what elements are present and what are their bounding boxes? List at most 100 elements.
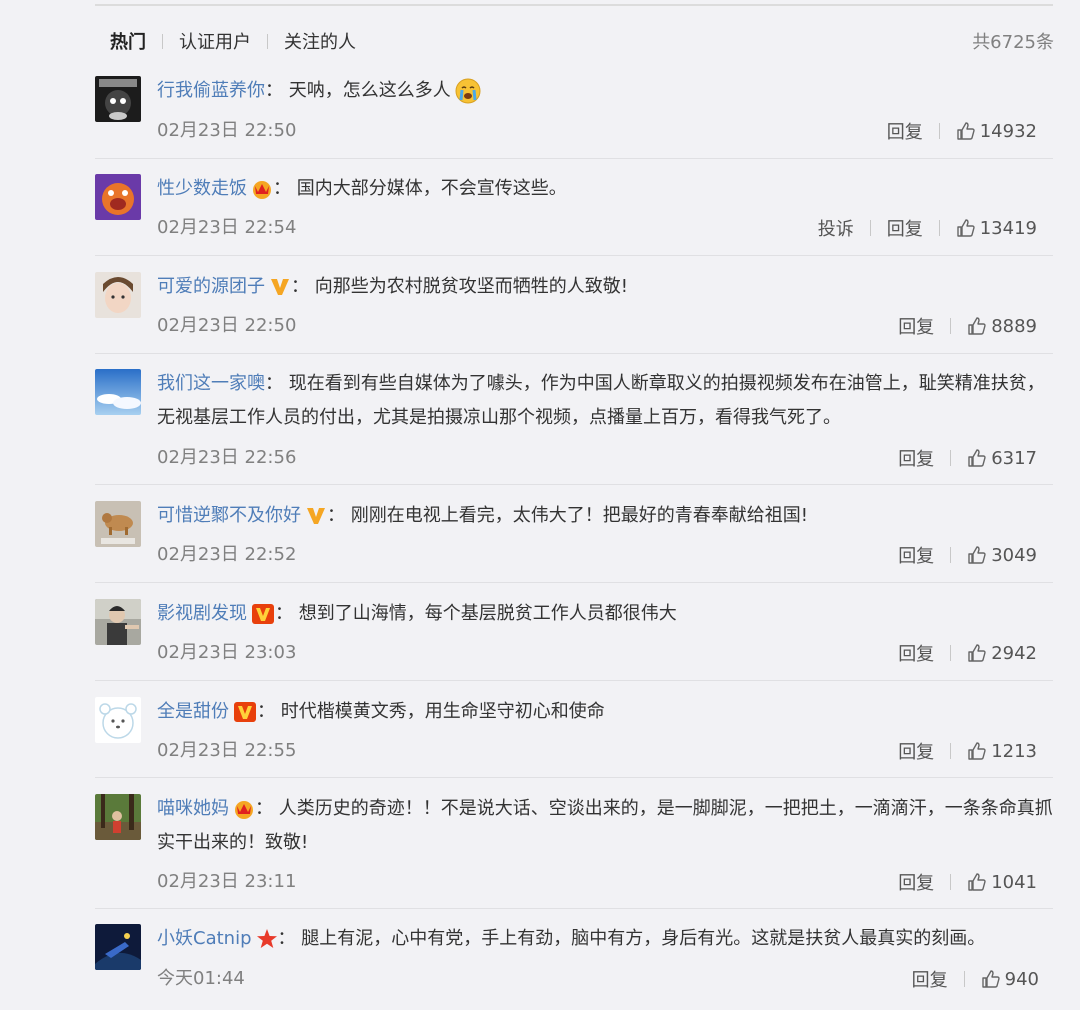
- username-link[interactable]: 影视剧发现: [157, 603, 247, 624]
- action-separator: [950, 743, 952, 759]
- comment-timestamp: 02月23日 23:03: [157, 642, 297, 663]
- like-count: 14932: [979, 120, 1037, 142]
- reply-button[interactable]: 回复: [898, 542, 934, 568]
- avatar[interactable]: [95, 599, 141, 645]
- separator: ：: [277, 928, 296, 949]
- verified-v-red-icon: [251, 603, 275, 625]
- comment-timestamp: 02月23日 22:50: [157, 315, 297, 336]
- comment-body: 影视剧发现 ： 想到了山海情，每个基层脱贫工作人员都很伟大: [157, 597, 1053, 631]
- action-separator: [950, 318, 952, 334]
- tab-hot[interactable]: 热门: [110, 28, 146, 54]
- username-link[interactable]: 全是甜份: [157, 701, 229, 722]
- separator: ：: [265, 373, 283, 394]
- thumbs-up-icon: [968, 546, 986, 564]
- comment-body: 性少数走饭 ： 国内大部分媒体，不会宣传这些。: [157, 172, 1053, 206]
- like-button[interactable]: 1041: [967, 872, 1037, 893]
- comment-divider: [95, 353, 1053, 354]
- comment-item: 喵咪她妈 ： 人类历史的奇迹！！不是说大话、空谈出来的，是一脚脚泥，一把把土，一滴…: [95, 792, 1053, 909]
- comment-body: 喵咪她妈 ： 人类历史的奇迹！！不是说大话、空谈出来的，是一脚脚泥，一把把土，一滴…: [157, 792, 1053, 860]
- like-count: 3049: [991, 544, 1037, 566]
- crying-face-icon: [455, 78, 481, 104]
- action-separator: [963, 971, 965, 987]
- comment-item: 性少数走饭 ： 国内大部分媒体，不会宣传这些。 02月23日 22:54 投诉 回…: [95, 172, 1053, 256]
- crown-icon: [233, 799, 255, 819]
- comment-body: 行我偷蓝养你： 天呐，怎么这么多人: [157, 74, 1053, 108]
- comment-item: 全是甜份 ： 时代楷模黄文秀，用生命坚守初心和使命 02月23日 22:55 回复…: [95, 695, 1053, 778]
- tab-separator: [267, 33, 268, 49]
- comment-text: 国内大部分媒体，不会宣传这些。: [296, 178, 567, 199]
- username-link[interactable]: 性少数走饭: [157, 178, 247, 199]
- comment-text: 天呐，怎么这么多人: [288, 80, 451, 101]
- reply-button[interactable]: 回复: [887, 118, 923, 144]
- comment-divider: [95, 908, 1053, 909]
- comment-divider: [95, 484, 1053, 485]
- avatar[interactable]: [95, 501, 141, 547]
- avatar[interactable]: [95, 174, 141, 220]
- reply-button[interactable]: 回复: [898, 313, 934, 339]
- reply-button[interactable]: 回复: [898, 445, 934, 471]
- comment-text: 刚刚在电视上看完，太伟大了！把最好的青春奉献给祖国!: [350, 505, 808, 526]
- comment-text: 人类历史的奇迹！！不是说大话、空谈出来的，是一脚脚泥，一把把土，一滴滴汗，一条条…: [157, 798, 1053, 853]
- like-button[interactable]: 3049: [967, 545, 1037, 566]
- comment-item: 影视剧发现 ： 想到了山海情，每个基层脱贫工作人员都很伟大 02月23日 23:0…: [95, 597, 1053, 681]
- comment-text: 想到了山海情，每个基层脱贫工作人员都很伟大: [298, 603, 677, 624]
- thumbs-up-icon: [968, 873, 986, 891]
- separator: ：: [291, 276, 309, 297]
- username-link[interactable]: 行我偷蓝养你: [157, 80, 265, 101]
- like-button[interactable]: 14932: [956, 121, 1037, 142]
- avatar[interactable]: [95, 272, 141, 318]
- like-button[interactable]: 8889: [967, 316, 1037, 337]
- like-button[interactable]: 940: [981, 969, 1039, 990]
- username-link[interactable]: 可惜逆鄹不及你好: [157, 505, 301, 526]
- comment-divider: [95, 158, 1053, 159]
- comment-divider: [95, 255, 1053, 256]
- comment-text: 时代楷模黄文秀，用生命坚守初心和使命: [280, 701, 605, 722]
- thumbs-up-icon: [968, 742, 986, 760]
- tab-verified-users[interactable]: 认证用户: [179, 28, 251, 54]
- avatar[interactable]: [95, 76, 141, 122]
- comment-text: 腿上有泥，心中有党，手上有劲，脑中有方，身后有光。这就是扶贫人最真实的刻画。: [301, 928, 986, 949]
- reply-button[interactable]: 回复: [898, 869, 934, 895]
- reply-button[interactable]: 回复: [887, 215, 923, 241]
- avatar[interactable]: [95, 369, 141, 415]
- avatar[interactable]: [95, 794, 141, 840]
- star-icon: [256, 928, 278, 950]
- comment-body: 全是甜份 ： 时代楷模黄文秀，用生命坚守初心和使命: [157, 695, 1053, 729]
- reply-button[interactable]: 回复: [912, 966, 948, 992]
- username-link[interactable]: 小妖Catnip: [157, 928, 252, 949]
- comment-timestamp: 02月23日 22:54: [157, 217, 297, 238]
- comment-body: 可惜逆鄹不及你好 ： 刚刚在电视上看完，太伟大了！把最好的青春奉献给祖国!: [157, 499, 1053, 533]
- separator: ：: [275, 603, 293, 624]
- thumbs-up-icon: [957, 219, 975, 237]
- comment-divider: [95, 777, 1053, 778]
- username-link[interactable]: 我们这一家噢: [157, 373, 265, 394]
- like-count: 940: [1004, 968, 1039, 990]
- avatar[interactable]: [95, 697, 141, 743]
- comment-divider: [95, 582, 1053, 583]
- top-divider: [95, 4, 1053, 6]
- thumbs-up-icon: [968, 644, 986, 662]
- tab-following[interactable]: 关注的人: [284, 28, 356, 54]
- report-button[interactable]: 投诉: [818, 215, 854, 241]
- separator: ：: [257, 701, 275, 722]
- like-button[interactable]: 2942: [967, 643, 1037, 664]
- action-separator: [950, 450, 952, 466]
- comment-timestamp: 今天01:44: [157, 968, 245, 989]
- reply-button[interactable]: 回复: [898, 640, 934, 666]
- comment-timestamp: 02月23日 22:52: [157, 544, 297, 565]
- like-count: 6317: [991, 447, 1037, 469]
- comment-item: 我们这一家噢： 现在看到有些自媒体为了噱头，作为中国人断章取义的拍摄视频发布在油…: [95, 367, 1053, 485]
- avatar[interactable]: [95, 924, 141, 970]
- thumbs-up-icon: [968, 317, 986, 335]
- reply-button[interactable]: 回复: [898, 738, 934, 764]
- username-link[interactable]: 喵咪她妈: [157, 798, 229, 819]
- like-button[interactable]: 13419: [956, 218, 1037, 239]
- thumbs-up-icon: [968, 449, 986, 467]
- tab-separator: [162, 33, 163, 49]
- verified-v-gold-icon: [269, 277, 291, 297]
- like-button[interactable]: 6317: [967, 448, 1037, 469]
- like-count: 2942: [991, 642, 1037, 664]
- action-separator: [950, 547, 952, 563]
- username-link[interactable]: 可爱的源团子: [157, 276, 265, 297]
- like-button[interactable]: 1213: [967, 741, 1037, 762]
